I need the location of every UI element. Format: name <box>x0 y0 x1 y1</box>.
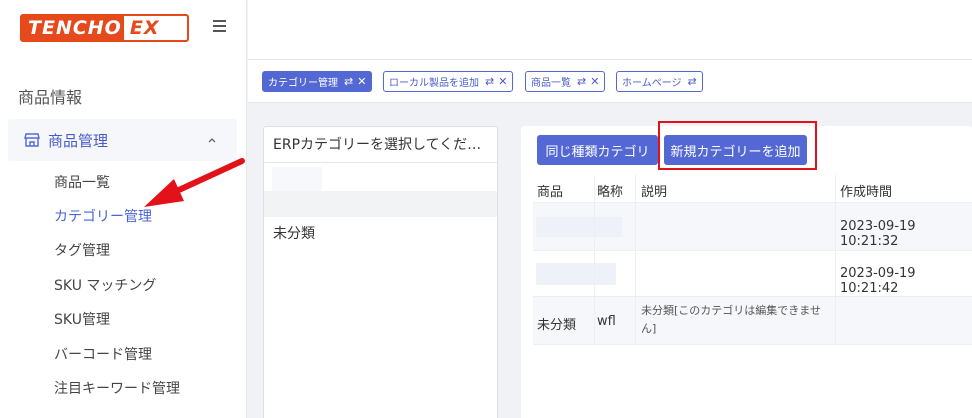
product-name: 未分類 <box>537 318 577 333</box>
top-header <box>248 0 972 60</box>
tab-label: ローカル製品を追加 <box>389 78 479 89</box>
created-time: 2023-09-19 10:21:42 <box>840 266 916 296</box>
add-category-button[interactable]: 新規カテゴリーを追加 <box>664 135 807 165</box>
close-icon[interactable]: ✕ <box>590 75 599 88</box>
menu-toggle-icon[interactable] <box>211 15 231 35</box>
sidebar-item-keyword-management[interactable]: 注目キーワード管理 <box>54 378 180 398</box>
list-item-uncategorized[interactable]: 未分類 <box>273 223 315 243</box>
logo[interactable]: TENCHO EX <box>20 14 189 42</box>
table-row[interactable]: 2023-09-19 10:21:32 <box>533 203 972 251</box>
sidebar-item-category-management[interactable]: カテゴリー管理 <box>54 206 152 226</box>
column-header-product: 商品 <box>537 185 564 200</box>
column-divider <box>835 175 836 345</box>
created-time: 2023-09-19 10:21:32 <box>840 219 916 249</box>
swap-icon[interactable]: ⇄ <box>577 75 586 88</box>
redacted-cell <box>536 217 622 237</box>
tab-category-management[interactable]: カテゴリー管理 ⇄ ✕ <box>262 71 373 92</box>
column-header-abbr: 略称 <box>597 185 624 200</box>
erp-category-panel: ERPカテゴリーを選択してくだ… 未分類 <box>263 126 498 418</box>
tags-view-bar: カテゴリー管理 ⇄ ✕ ローカル製品を追加 ⇄ ✕ 商品一覧 ⇄ ✕ ホームペー… <box>248 60 972 103</box>
table-header: 商品 略称 説明 作成時間 <box>533 175 972 203</box>
close-icon[interactable]: ✕ <box>357 75 366 88</box>
sidebar-item-tag-management[interactable]: タグ管理 <box>54 240 110 260</box>
menu-group-label: 商品管理 <box>48 131 109 150</box>
redacted-cell <box>536 263 616 285</box>
sidebar: TENCHO EX 商品情報 商品管理 商品一覧 カテゴリー管理 タグ管理 SK… <box>0 0 247 418</box>
swap-icon[interactable]: ⇄ <box>344 75 353 88</box>
section-title: 商品情報 <box>18 88 83 107</box>
erp-category-select[interactable]: ERPカテゴリーを選択してくだ… <box>264 127 497 163</box>
column-divider <box>635 175 636 345</box>
tab-product-list[interactable]: 商品一覧 ⇄ ✕ <box>525 71 606 92</box>
tab-label: 商品一覧 <box>531 78 571 89</box>
column-header-created: 作成時間 <box>840 185 893 200</box>
tab-home-page[interactable]: ホームページ ⇄ <box>616 71 703 92</box>
logo-part2: EX <box>123 16 187 40</box>
tab-add-local-product[interactable]: ローカル製品を追加 ⇄ ✕ <box>383 71 514 92</box>
sidebar-item-product-list[interactable]: 商品一覧 <box>54 172 110 192</box>
table-row[interactable]: 2023-09-19 10:21:42 <box>533 251 972 297</box>
logo-part1: TENCHO <box>28 17 122 39</box>
abbreviation: wfl <box>597 314 616 329</box>
list-item-highlight[interactable] <box>264 191 497 217</box>
column-divider <box>594 175 595 345</box>
description: 未分類[このカテゴリは編集できません] <box>641 304 821 335</box>
menu-group-product-management[interactable]: 商品管理 <box>8 119 237 161</box>
close-icon[interactable]: ✕ <box>498 75 507 88</box>
category-table-panel: 同じ種類カテゴリ 新規カテゴリーを追加 商品 略称 説明 作成時間 2023-0… <box>521 126 972 418</box>
tab-label: カテゴリー管理 <box>268 78 338 89</box>
swap-icon[interactable]: ⇄ <box>485 75 494 88</box>
sidebar-item-sku-matching[interactable]: SKU マッチング <box>54 275 156 295</box>
table-row[interactable]: 未分類 wfl 未分類[このカテゴリは編集できません] <box>533 297 972 345</box>
store-icon <box>24 133 40 147</box>
chevron-up-icon <box>208 138 216 143</box>
logo-row: TENCHO EX <box>0 0 246 60</box>
same-category-button[interactable]: 同じ種類カテゴリ <box>537 135 658 165</box>
sidebar-item-barcode-management[interactable]: バーコード管理 <box>54 344 152 364</box>
tab-label: ホームページ <box>622 78 682 89</box>
column-header-description: 説明 <box>641 185 668 200</box>
sidebar-item-sku-management[interactable]: SKU管理 <box>54 309 110 329</box>
swap-icon[interactable]: ⇄ <box>688 75 697 88</box>
